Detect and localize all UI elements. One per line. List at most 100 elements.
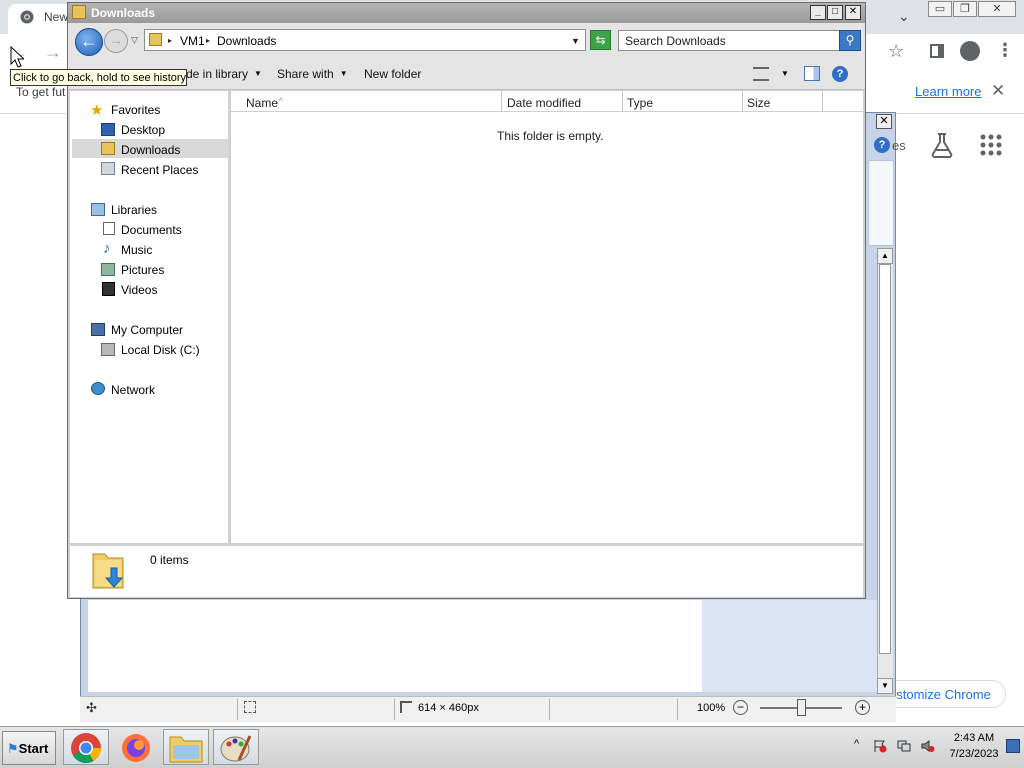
paint-scroll-up-button[interactable]: ▲ (877, 248, 893, 264)
clock-time[interactable]: 2:43 AM (950, 732, 998, 744)
column-divider[interactable] (742, 91, 743, 112)
documents-icon (103, 222, 115, 235)
taskbar-explorer-button[interactable] (163, 729, 209, 765)
show-hidden-icons-button[interactable]: ^ (854, 738, 859, 750)
libraries-icon (91, 203, 105, 216)
nav-network[interactable]: Network (111, 383, 155, 397)
breadcrumb-downloads[interactable]: Downloads (217, 34, 276, 48)
zoom-in-button[interactable]: + (855, 700, 870, 715)
address-bar[interactable] (144, 29, 586, 51)
downloads-icon (101, 142, 115, 155)
preview-pane-icon[interactable] (804, 66, 820, 81)
include-in-library-label: de in library (186, 67, 249, 81)
column-divider[interactable] (822, 91, 823, 112)
column-type[interactable]: Type (627, 96, 653, 110)
close-button[interactable]: ✕ (845, 5, 861, 20)
nav-my-computer[interactable]: My Computer (111, 323, 183, 337)
folder-icon (72, 5, 86, 19)
customize-chrome-button[interactable]: ustomize Chrome (878, 680, 1006, 708)
nav-favorites[interactable]: Favorites (111, 103, 160, 117)
taskbar-chrome-button[interactable] (63, 729, 109, 765)
breadcrumb-arrow-icon[interactable]: ▸ (168, 36, 172, 45)
chrome-logo-icon (71, 733, 101, 764)
network-status-icon[interactable] (897, 739, 911, 753)
profile-avatar[interactable] (960, 41, 980, 61)
column-divider[interactable] (622, 91, 623, 112)
paint-ribbon-close-button[interactable]: ✕ (876, 114, 892, 129)
new-folder-button[interactable]: New folder (364, 67, 421, 81)
paint-partial-label: es (892, 138, 906, 153)
nav-videos[interactable]: Videos (121, 283, 157, 297)
forward-button[interactable]: → (104, 29, 128, 53)
breadcrumb-vm1[interactable]: VM1 (180, 34, 205, 48)
back-button-tooltip: Click to go back, hold to see history (10, 69, 187, 86)
include-in-library-menu[interactable]: de in library ▼ (186, 67, 262, 81)
nav-local-disk[interactable]: Local Disk (C:) (121, 343, 200, 357)
explorer-folder-icon (169, 736, 203, 763)
paint-scroll-down-button[interactable]: ▼ (877, 678, 893, 694)
explorer-title-bar[interactable] (68, 3, 865, 23)
nav-documents[interactable]: Documents (121, 223, 182, 237)
share-with-label: Share with (277, 67, 334, 81)
breadcrumb-arrow-icon[interactable]: ▸ (206, 36, 210, 45)
chrome-restore-button[interactable]: ❐ (953, 1, 977, 17)
nav-desktop[interactable]: Desktop (121, 123, 165, 137)
share-with-menu[interactable]: Share with ▼ (277, 67, 348, 81)
taskbar-firefox-button[interactable] (113, 729, 159, 765)
help-icon[interactable]: ? (832, 66, 848, 82)
zoom-out-button[interactable]: − (733, 700, 748, 715)
nav-recent-places[interactable]: Recent Places (121, 163, 198, 177)
minimize-button[interactable]: _ (810, 5, 826, 20)
computer-icon (91, 323, 105, 336)
paint-palette-icon (220, 735, 252, 762)
maximize-button[interactable]: □ (827, 5, 843, 20)
change-view-icon[interactable] (753, 67, 769, 81)
address-dropdown-icon[interactable]: ▼ (571, 36, 580, 46)
infobar-close-icon[interactable]: ✕ (991, 81, 1005, 101)
volume-muted-icon[interactable] (921, 739, 935, 753)
zoom-slider-thumb[interactable] (797, 699, 806, 716)
nav-libraries[interactable]: Libraries (111, 203, 157, 217)
nav-music[interactable]: Music (121, 243, 152, 257)
column-name[interactable]: Name (246, 96, 278, 110)
google-apps-grid-icon[interactable] (980, 134, 1002, 156)
status-separator (394, 698, 395, 720)
paint-help-icon[interactable]: ? (874, 137, 890, 153)
chrome-menu-icon[interactable]: ⋮ (996, 40, 1014, 61)
paint-scroll-thumb[interactable] (879, 264, 891, 654)
column-size[interactable]: Size (747, 96, 770, 110)
chrome-forward-icon[interactable]: → (44, 42, 62, 63)
chrome-labs-flask-icon[interactable] (930, 132, 954, 158)
taskbar-paint-button[interactable] (213, 729, 259, 765)
column-date-modified[interactable]: Date modified (507, 96, 581, 110)
recent-pages-chevron-icon[interactable]: ▽ (131, 35, 138, 46)
nav-downloads[interactable]: Downloads (121, 143, 180, 157)
nav-pictures[interactable]: Pictures (121, 263, 164, 277)
refresh-button[interactable]: ⇆ (590, 30, 611, 50)
sort-ascending-icon: ^ (279, 98, 283, 105)
tab-search-chevron-icon[interactable]: ⌄ (898, 8, 910, 25)
favorites-star-icon: ★ (90, 102, 104, 119)
action-center-flag-icon[interactable] (873, 739, 887, 753)
side-panel-icon[interactable] (930, 44, 944, 58)
clock-date[interactable]: 7/23/2023 (946, 748, 1002, 760)
view-options-arrow-icon[interactable]: ▼ (781, 69, 789, 78)
search-icon[interactable]: ⚲ (839, 30, 861, 51)
window-title: Downloads (91, 6, 156, 20)
downloads-folder-large-icon (92, 553, 124, 589)
bookmark-star-icon[interactable]: ☆ (888, 41, 904, 62)
canvas-size-text: 614 × 460px (418, 702, 479, 714)
videos-icon (102, 282, 115, 296)
details-pane (70, 545, 863, 597)
show-desktop-button[interactable] (1006, 739, 1020, 753)
chrome-close-button[interactable]: ✕ (978, 1, 1016, 17)
column-divider[interactable] (501, 91, 502, 112)
status-separator (237, 698, 238, 720)
chrome-minimize-button[interactable]: ▭ (928, 1, 952, 17)
back-button[interactable]: ← (75, 28, 103, 56)
start-button[interactable]: ⚑Start (2, 731, 56, 765)
learn-more-link[interactable]: Learn more (915, 84, 981, 99)
file-list-pane[interactable] (231, 91, 863, 543)
paint-canvas[interactable] (88, 600, 702, 692)
network-icon (91, 382, 105, 395)
